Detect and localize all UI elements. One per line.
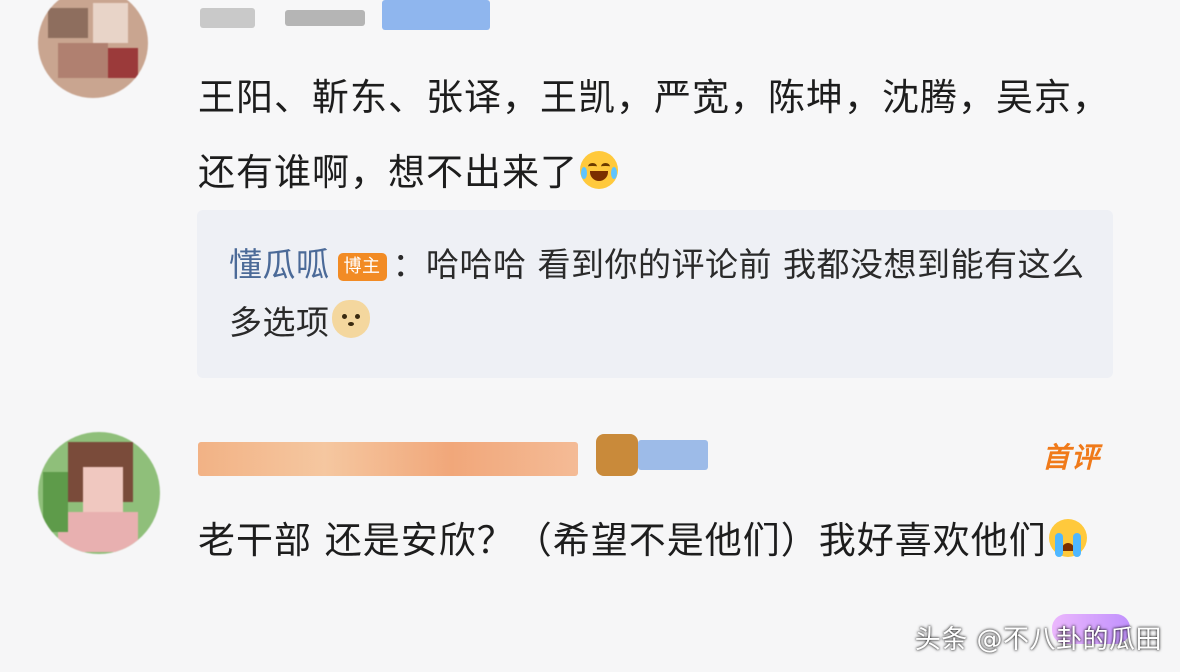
reply-colon: ： [392, 245, 426, 284]
first-comment-tag: 首评 [1041, 441, 1100, 474]
reply-text: 懂瓜呱 博主 ：哈哈哈 看到你的评论前 我都没想到能有这么多选项 [229, 236, 1089, 352]
username-blurred[interactable] [200, 0, 500, 40]
laugh-cry-emoji-icon [580, 151, 618, 189]
comment-body: 王阳、靳东、张译，王凯，严宽，陈坤，沈腾，吴京，还有谁啊，想不出来了 [198, 76, 1110, 194]
comment-text: 王阳、靳东、张译，王凯，严宽，陈坤，沈腾，吴京，还有谁啊，想不出来了 [198, 60, 1128, 210]
reply-author[interactable]: 懂瓜呱 [229, 245, 330, 284]
avatar[interactable] [38, 432, 160, 554]
blogger-badge: 博主 [337, 253, 387, 281]
comment-item: 王阳、靳东、张译，王凯，严宽，陈坤，沈腾，吴京，还有谁啊，想不出来了 懂瓜呱 博主… [0, 0, 1180, 390]
username-blurred[interactable] [198, 434, 718, 476]
comment-text: 老干部 还是安欣？（希望不是他们）我好喜欢他们 [198, 508, 1098, 574]
avatar[interactable] [38, 0, 148, 98]
watermark: 头条 @不八卦的瓜田 [914, 625, 1162, 655]
dog-emoji-icon [331, 300, 370, 338]
crying-emoji-icon [1048, 519, 1087, 557]
reply-box[interactable]: 懂瓜呱 博主 ：哈哈哈 看到你的评论前 我都没想到能有这么多选项 [197, 210, 1113, 378]
comment-body: 老干部 还是安欣？（希望不是他们）我好喜欢他们 [198, 519, 1047, 562]
